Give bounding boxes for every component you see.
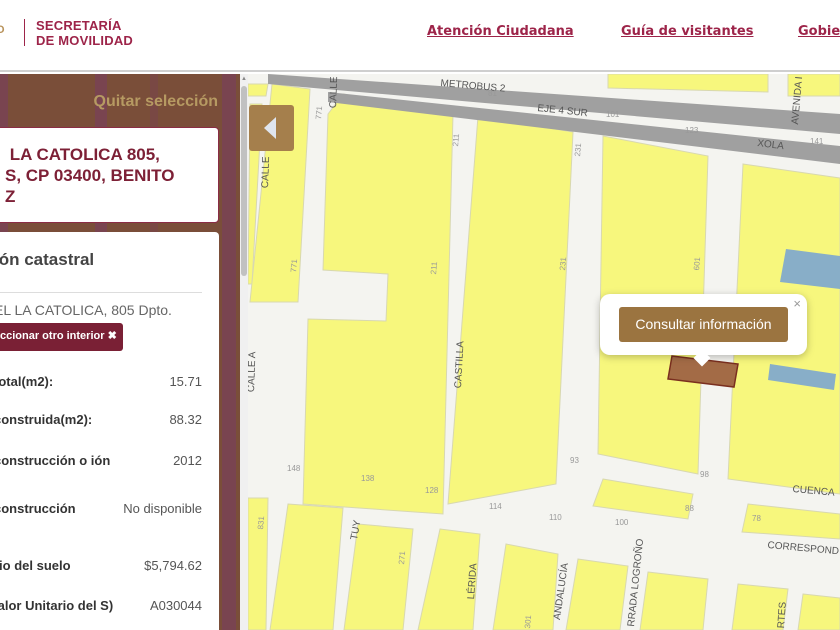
row-value: $5,794.62 [144,558,202,573]
button-label: ccionar otro interior [0,330,105,342]
info-panel: Quitar selección LA CATOLICA 805, S, CP … [0,74,240,630]
street-number: 93 [570,456,579,465]
street-label: CALLE [328,76,341,109]
street-number: 831 [256,515,267,530]
logo-fragment: O [0,24,5,36]
street-number: 211 [429,261,440,275]
row-label: construcción o ión [0,453,111,468]
cadastral-card: ión catastral EL LA CATOLICA, 805 Dpto. … [0,232,219,630]
row-value: No disponible [123,501,202,516]
street-number: 211 [451,133,462,147]
street-number: 141 [810,137,824,146]
address-line: LA CATOLICA 805, [5,145,160,164]
street-number: 114 [489,502,502,511]
map-view[interactable]: METROBUS 2 EJE 4 SUR XOLA AVENIDA I CALL… [248,74,840,630]
city-block [447,115,574,505]
street-number: 81 [488,89,497,98]
city-block [607,74,769,93]
row-label: rio del suelo [0,558,71,573]
street-label: CALLE A [248,351,259,393]
row-value: 88.32 [169,412,202,427]
street-label: CALLE [260,156,273,189]
city-block [248,83,269,97]
row-value: 15.71 [169,374,202,389]
street-number: 771 [289,258,300,273]
row-label: /alor Unitario del S) [0,598,114,613]
street-number: 231 [558,256,569,271]
scrollbar-thumb[interactable] [241,86,247,276]
street-number: 138 [361,474,375,483]
select-other-interior-button[interactable]: ccionar otro interior ✖ [0,323,123,351]
divider [0,292,202,293]
street-number: 123 [685,126,699,135]
street-number: 271 [397,550,408,565]
logo-line-1: SECRETARÍA [36,18,122,33]
street-number: 98 [700,470,709,479]
street-number: 301 [523,614,534,629]
clear-selection-link[interactable]: Quitar selección [94,93,219,111]
nav-guia-visitantes[interactable]: Guía de visitantes [621,24,753,39]
row-label: total(m2): [0,374,54,389]
cadastral-title: ión catastral [0,250,95,269]
city-block [302,93,454,515]
city-block [269,503,344,630]
popup-close-icon[interactable]: × [793,296,801,311]
city-block [592,478,694,520]
street-number: 110 [549,513,562,522]
street-number: 101 [606,110,620,119]
city-block [639,571,709,630]
logo-line-2: DE MOVILIDAD [36,33,134,48]
water-body [780,249,840,289]
consult-information-button[interactable]: Consultar información [619,307,788,342]
row-label: construcción [0,501,76,516]
address-card: LA CATOLICA 805, S, CP 03400, BENITO Z [0,127,219,223]
street-number: 148 [287,464,301,473]
street-label: RTES [776,601,789,629]
logo-divider [24,19,25,46]
map-popup: × Consultar información [600,294,807,367]
row-value: A030044 [149,598,202,613]
row-value: 2012 [173,453,202,468]
address-line: S, CP 03400, BENITO [5,166,175,185]
city-block [565,558,629,630]
street-number: 771 [314,105,325,120]
nav-atencion-ciudadana[interactable]: Atención Ciudadana [427,24,574,39]
street-number: 100 [615,518,629,527]
site-header: O SECRETARÍA DE MOVILIDAD Atención Ciuda… [0,0,840,72]
city-block [797,593,840,630]
street-number: 128 [425,486,439,495]
close-x-icon: ✖ [107,330,117,342]
panel-scrollbar[interactable]: ▲ [240,74,248,630]
map-underlay-stripe [222,74,236,630]
street-number: 88 [685,504,694,513]
row-label: construida(m2): [0,412,93,427]
address-line: Z [5,187,16,206]
cadastral-subtitle: EL LA CATOLICA, 805 Dpto. [0,302,172,318]
street-number: 601 [692,256,703,271]
nav-gobierno[interactable]: Gobie [798,24,840,39]
collapse-panel-button[interactable] [249,105,294,151]
scroll-up-arrow-icon[interactable]: ▲ [241,76,247,82]
street-number: 78 [752,514,761,523]
street-number: 231 [573,142,584,157]
chevron-left-icon [264,117,276,139]
secretaria-logo[interactable]: SECRETARÍA DE MOVILIDAD [36,18,133,48]
